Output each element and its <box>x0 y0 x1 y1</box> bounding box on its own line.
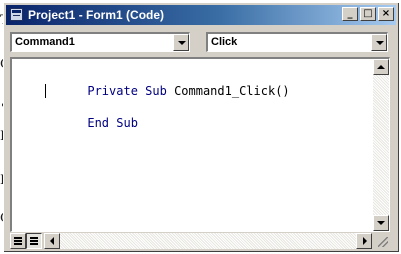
object-dropdown-button[interactable] <box>173 34 189 51</box>
resize-grip-icon[interactable] <box>374 233 390 249</box>
procedure-view-icon <box>14 237 22 245</box>
text-cursor <box>45 84 46 98</box>
code-identifier: Command1_Click() <box>174 84 290 98</box>
procedure-view-button[interactable] <box>10 233 26 249</box>
scroll-down-button[interactable] <box>373 215 389 231</box>
scroll-right-button[interactable] <box>356 233 372 249</box>
chevron-up-icon <box>377 65 385 69</box>
chevron-down-icon <box>178 41 186 45</box>
object-dropdown-value: Command1 <box>15 36 75 48</box>
title-bar[interactable]: Project1 - Form1 (Code) _ □ × <box>6 5 396 25</box>
maximize-icon: □ <box>363 8 373 19</box>
window-title: Project1 - Form1 (Code) <box>28 8 165 22</box>
vertical-scrollbar[interactable] <box>373 59 389 231</box>
procedure-dropdown-button[interactable] <box>371 34 387 51</box>
scroll-left-button[interactable] <box>44 233 60 249</box>
code-line: End Sub <box>44 99 138 130</box>
chevron-down-icon <box>377 221 385 225</box>
close-button[interactable]: × <box>378 7 394 21</box>
full-module-view-icon <box>30 237 38 245</box>
code-line: Private Sub Command1_Click() <box>44 67 289 98</box>
close-icon: × <box>381 8 391 19</box>
minimize-icon: _ <box>347 8 353 19</box>
code-keyword: End Sub <box>87 116 138 130</box>
procedure-dropdown-value: Click <box>211 36 238 48</box>
code-editor[interactable]: Private Sub Command1_Click() End Sub <box>10 57 390 232</box>
object-dropdown[interactable]: Command1 <box>10 32 190 52</box>
vb-code-window-icon[interactable] <box>10 8 23 21</box>
chevron-left-icon <box>50 237 54 245</box>
chevron-down-icon <box>376 41 384 45</box>
chevron-right-icon <box>363 237 367 245</box>
full-module-view-button[interactable] <box>26 233 42 249</box>
editor-footer <box>10 233 390 250</box>
procedure-dropdown[interactable]: Click <box>206 32 388 52</box>
horizontal-scrollbar[interactable] <box>60 233 372 249</box>
minimize-button[interactable]: _ <box>342 7 358 21</box>
maximize-button[interactable]: □ <box>360 7 376 21</box>
code-window: Project1 - Form1 (Code) _ □ × Command1 C… <box>3 2 399 252</box>
scroll-up-button[interactable] <box>373 59 389 75</box>
code-keyword: Private Sub <box>87 84 175 98</box>
